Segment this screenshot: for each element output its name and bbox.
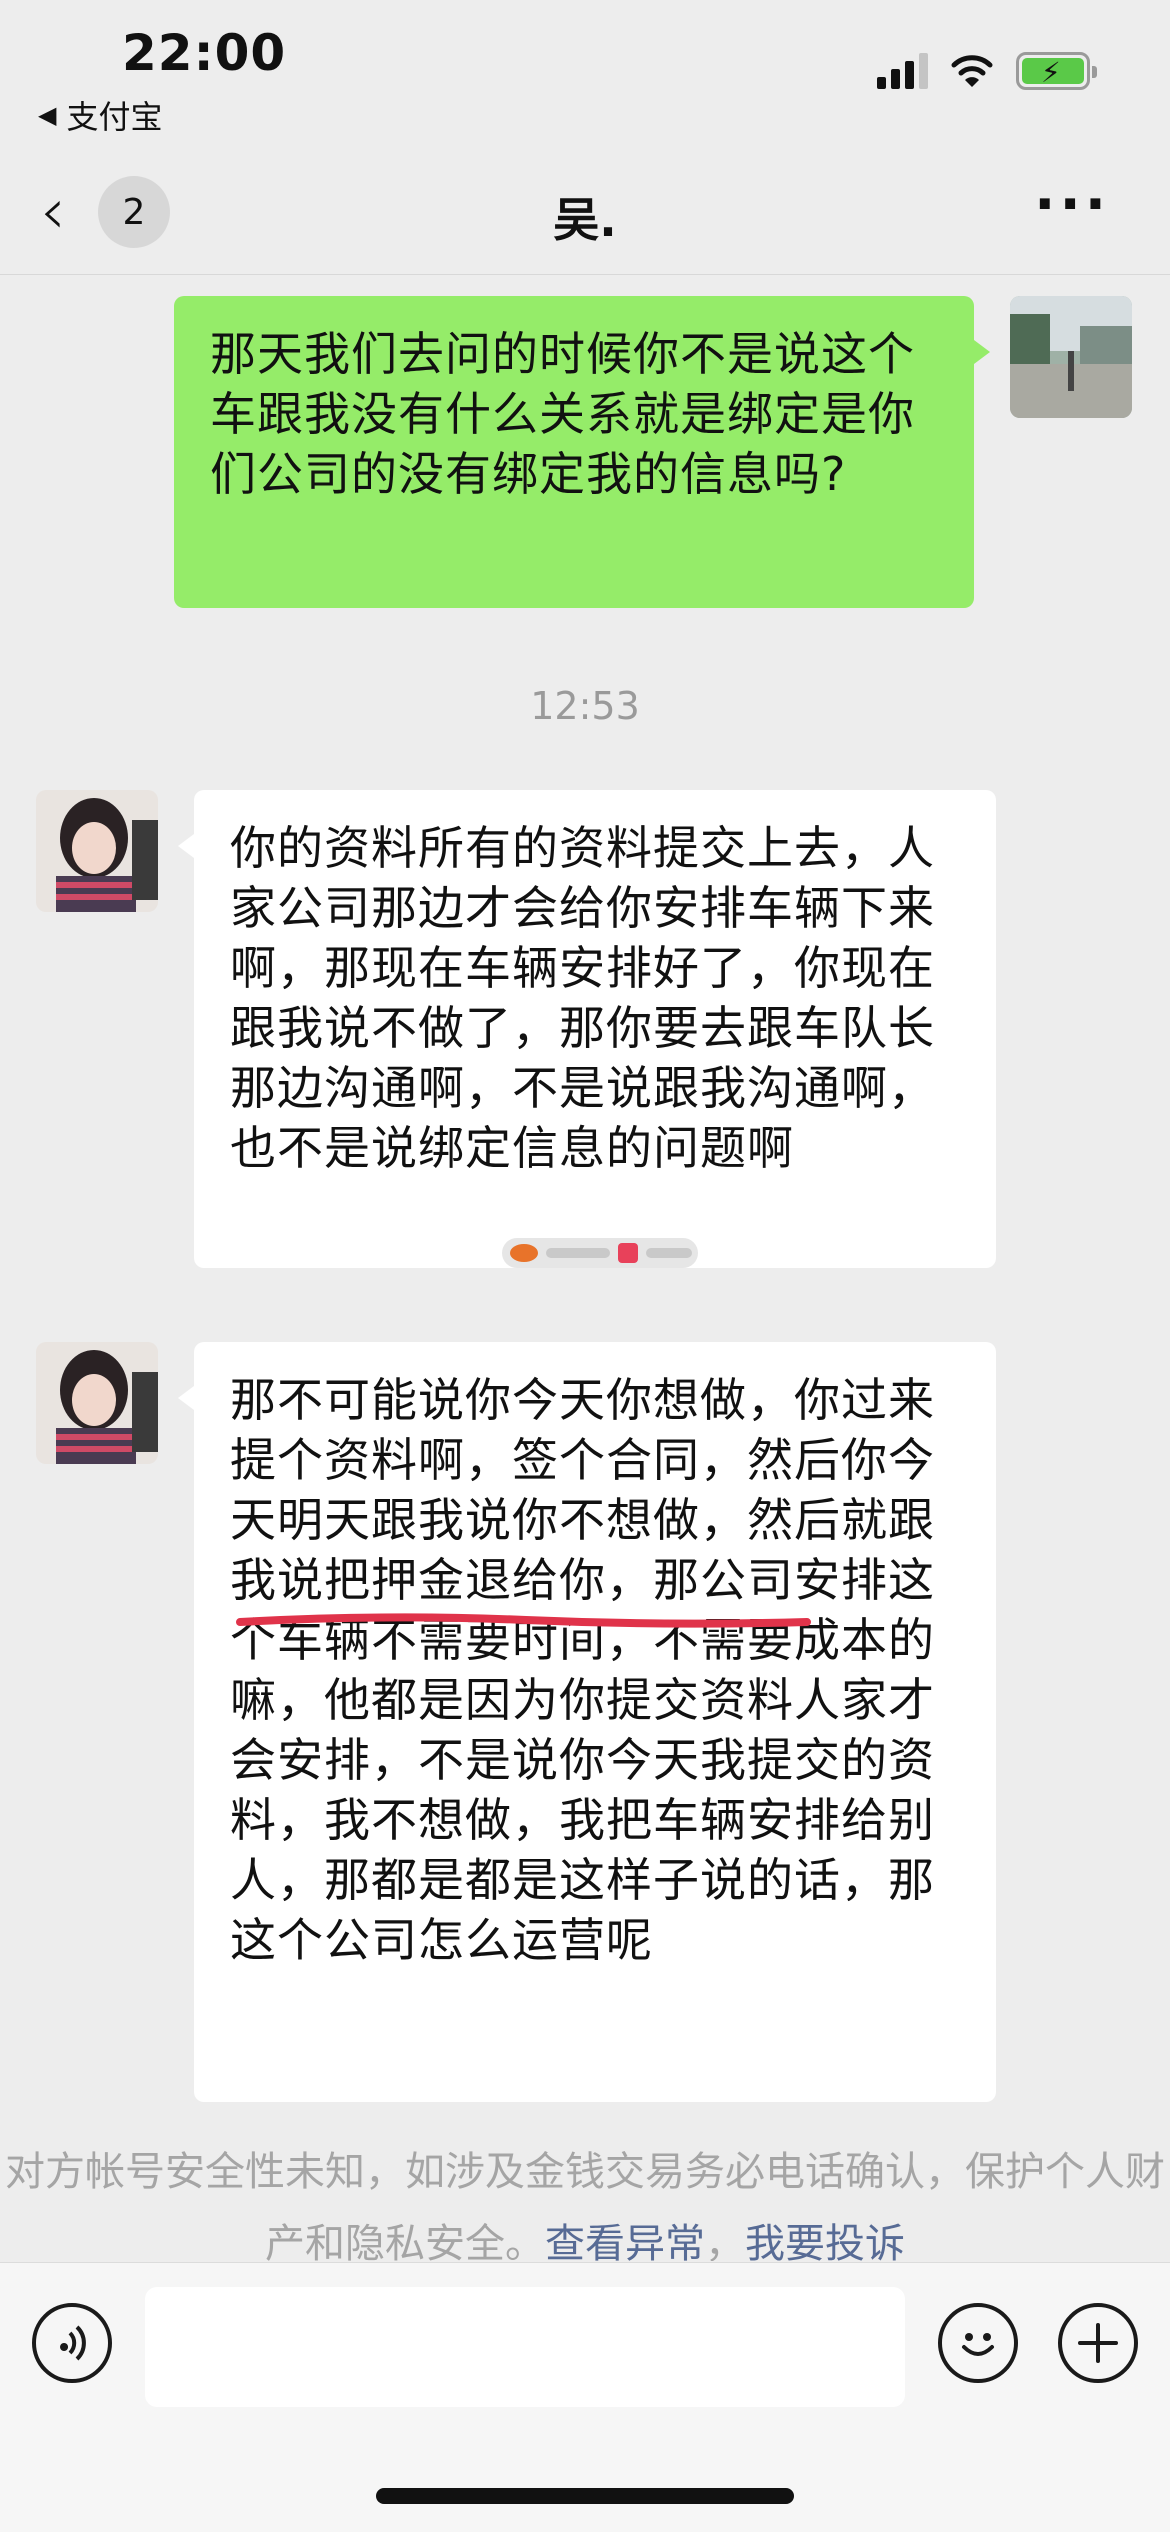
- message-text: 那不可能说你今天你想做，你过来提个资料啊，签个合同，然后你今天明天跟我说你不想做…: [230, 1373, 935, 1967]
- home-indicator[interactable]: [376, 2488, 794, 2504]
- watermark-stamp: [502, 1238, 698, 1268]
- signal-icon: [877, 53, 928, 89]
- status-bar: 22:00 ◀ 支付宝 ⚡: [0, 0, 1170, 150]
- back-to-app-link[interactable]: ◀ 支付宝: [38, 92, 162, 138]
- more-icon[interactable]: ···: [1034, 172, 1110, 237]
- notice-separator: ，: [705, 2221, 745, 2261]
- status-icons: ⚡: [877, 52, 1097, 90]
- message-input[interactable]: [145, 2287, 905, 2407]
- message-list[interactable]: 那天我们去问的时候你不是说这个车跟我没有什么关系就是绑定是你们公司的没有绑定我的…: [0, 276, 1170, 2261]
- outgoing-message-bubble[interactable]: 那天我们去问的时候你不是说这个车跟我没有什么关系就是绑定是你们公司的没有绑定我的…: [174, 296, 990, 608]
- complain-link[interactable]: 我要投诉: [745, 2221, 905, 2261]
- view-abnormal-link[interactable]: 查看异常: [545, 2221, 705, 2261]
- battery-charging-icon: ⚡: [1016, 52, 1097, 90]
- red-underline-annotation: [236, 1613, 811, 1628]
- chat-title: 吴.: [553, 193, 617, 247]
- contact-avatar[interactable]: [36, 790, 158, 912]
- back-app-label: 支付宝: [66, 98, 163, 136]
- status-time: 22:00: [122, 24, 287, 82]
- plus-icon[interactable]: [1058, 2303, 1138, 2383]
- message-text: 你的资料所有的资料提交上去，人家公司那边才会给你安排车辆下来啊，那现在车辆安排好…: [230, 821, 935, 1175]
- emoji-icon[interactable]: [938, 2303, 1018, 2383]
- chat-header: ‹ 2 吴. ···: [0, 150, 1170, 275]
- back-triangle-icon: ◀: [38, 101, 57, 129]
- incoming-message-bubble[interactable]: 那不可能说你今天你想做，你过来提个资料啊，签个合同，然后你今天明天跟我说你不想做…: [178, 1342, 996, 2102]
- security-notice: 对方帐号安全性未知，如涉及金钱交易务必电话确认，保护个人财产和隐私安全。查看异常…: [0, 2136, 1170, 2261]
- voice-icon[interactable]: [32, 2303, 112, 2383]
- message-timestamp: 12:53: [530, 684, 640, 728]
- my-avatar[interactable]: [1010, 296, 1132, 418]
- incoming-message-bubble[interactable]: 你的资料所有的资料提交上去，人家公司那边才会给你安排车辆下来啊，那现在车辆安排好…: [178, 790, 996, 1268]
- wifi-icon: [951, 55, 993, 87]
- message-text: 那天我们去问的时候你不是说这个车跟我没有什么关系就是绑定是你们公司的没有绑定我的…: [210, 327, 915, 501]
- contact-avatar[interactable]: [36, 1342, 158, 1464]
